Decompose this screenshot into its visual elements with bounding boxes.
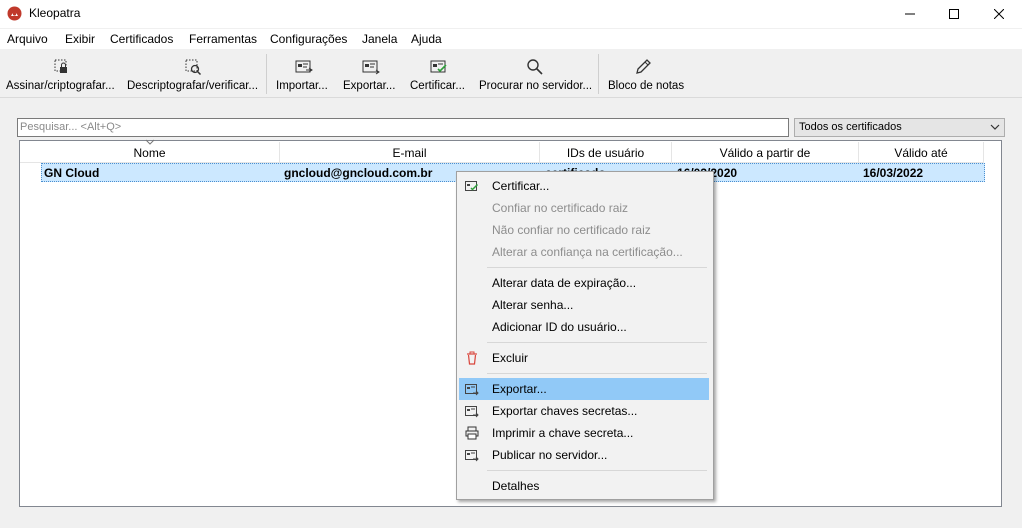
search-icon — [527, 59, 543, 75]
sign-encrypt-label: Assinar/criptografar... — [6, 80, 115, 92]
menu-separator — [487, 470, 707, 471]
minimize-icon — [905, 13, 915, 15]
certify-button[interactable]: Certificar... — [406, 51, 472, 97]
ctx-label: Exportar chaves secretas... — [492, 404, 638, 418]
decrypt-verify-label: Descriptografar/verificar... — [127, 80, 259, 92]
menu-certificados[interactable]: Certificados — [110, 32, 173, 46]
cell-valid-until: 16/03/2022 — [863, 166, 924, 180]
ctx-certify[interactable]: Certificar... — [459, 175, 709, 197]
filter-selected-value: Todos os certificados — [799, 121, 902, 133]
certify-icon — [430, 60, 447, 73]
ctx-publish-server[interactable]: Publicar no servidor... — [459, 444, 709, 466]
column-header-label: Válido até — [894, 146, 948, 160]
minimize-button[interactable] — [887, 0, 933, 28]
ctx-distrust-root: Não confiar no certificado raiz — [459, 219, 709, 241]
ctx-change-trust: Alterar a confiança na certificação... — [459, 241, 709, 263]
ctx-label: Confiar no certificado raiz — [492, 201, 629, 215]
column-header-valid-from[interactable]: Válido a partir de — [672, 142, 859, 163]
ctx-add-user-id[interactable]: Adicionar ID do usuário... — [459, 316, 709, 338]
ctx-label: Não confiar no certificado raiz — [492, 223, 651, 237]
column-header-label: IDs de usuário — [566, 146, 645, 160]
export-icon — [465, 384, 479, 396]
sign-encrypt-button[interactable]: Assinar/criptografar... — [0, 51, 122, 97]
decrypt-verify-button[interactable]: Descriptografar/verificar... — [124, 51, 264, 97]
sort-indicator-icon — [145, 139, 155, 145]
ctx-export[interactable]: Exportar... — [459, 378, 709, 400]
publish-icon — [465, 450, 479, 462]
ctx-details[interactable]: Detalhes — [459, 475, 709, 497]
window-title: Kleopatra — [29, 6, 81, 20]
search-placeholder: Pesquisar... <Alt+Q> — [20, 121, 122, 133]
printer-icon — [465, 426, 479, 440]
ctx-print-secret-key[interactable]: Imprimir a chave secreta... — [459, 422, 709, 444]
ctx-label: Certificar... — [492, 179, 550, 193]
search-server-button[interactable]: Procurar no servidor... — [476, 51, 594, 97]
column-header-label: E-mail — [392, 146, 427, 160]
menu-ajuda[interactable]: Ajuda — [411, 32, 442, 46]
toolbar-separator — [266, 54, 267, 94]
maximize-button[interactable] — [931, 0, 977, 28]
export-button[interactable]: Exportar... — [338, 51, 402, 97]
column-header-label: Nome — [133, 146, 166, 160]
export-label: Exportar... — [343, 80, 396, 92]
column-header-user-ids[interactable]: IDs de usuário — [540, 142, 672, 163]
ctx-label: Imprimir a chave secreta... — [492, 426, 634, 440]
menu-arquivo[interactable]: Arquivo — [7, 32, 48, 46]
ctx-label: Alterar senha... — [492, 298, 574, 312]
ctx-label: Alterar a confiança na certificação... — [492, 245, 683, 259]
kleopatra-logo-icon — [7, 6, 22, 21]
ctx-label: Excluir — [492, 351, 529, 365]
close-icon — [994, 9, 1004, 19]
context-menu: Certificar... Confiar no certificado rai… — [456, 171, 714, 500]
ctx-export-secret-keys[interactable]: Exportar chaves secretas... — [459, 400, 709, 422]
import-button[interactable]: Importar... — [270, 51, 336, 97]
title-bar: Kleopatra — [0, 0, 1022, 28]
ctx-label: Alterar data de expiração... — [492, 276, 637, 290]
import-label: Importar... — [276, 80, 328, 92]
ctx-label: Adicionar ID do usuário... — [492, 320, 627, 334]
menu-separator — [487, 267, 707, 268]
ctx-label: Exportar... — [492, 382, 547, 396]
ctx-label: Detalhes — [492, 479, 540, 493]
column-header-label: Válido a partir de — [719, 146, 811, 160]
toolbar-separator — [598, 54, 599, 94]
notepad-label: Bloco de notas — [608, 80, 685, 92]
menu-ferramentas[interactable]: Ferramentas — [189, 32, 257, 46]
search-server-label: Procurar no servidor... — [479, 80, 593, 92]
sign-encrypt-icon — [54, 59, 67, 73]
menu-bar: Arquivo Exibir Certificados Ferramentas … — [0, 29, 1022, 49]
certificate-filter-select[interactable]: Todos os certificados — [794, 118, 1005, 137]
cell-email: gncloud@gncloud.com.br — [284, 166, 433, 180]
search-input[interactable]: Pesquisar... <Alt+Q> — [17, 118, 789, 137]
menu-exibir[interactable]: Exibir — [65, 32, 95, 46]
menu-separator — [487, 342, 707, 343]
import-icon — [295, 60, 313, 73]
export-icon — [362, 60, 380, 75]
cell-name: GN Cloud — [44, 166, 100, 180]
trash-icon — [467, 351, 477, 365]
certify-icon — [465, 181, 479, 191]
ctx-trust-root: Confiar no certificado raiz — [459, 197, 709, 219]
column-header-name[interactable]: Nome — [20, 139, 280, 163]
column-header-email[interactable]: E-mail — [280, 142, 540, 163]
menu-configuracoes[interactable]: Configurações — [270, 32, 347, 46]
export-secret-icon — [465, 406, 479, 418]
menu-separator — [487, 373, 707, 374]
pencil-icon — [636, 59, 651, 74]
decrypt-verify-icon — [185, 59, 202, 76]
maximize-icon — [949, 9, 959, 19]
chevron-down-icon — [990, 124, 1000, 130]
menu-janela[interactable]: Janela — [362, 32, 397, 46]
column-header-valid-until[interactable]: Válido até — [859, 142, 984, 163]
ctx-change-password[interactable]: Alterar senha... — [459, 294, 709, 316]
notepad-button[interactable]: Bloco de notas — [604, 51, 684, 97]
certify-label: Certificar... — [410, 80, 465, 92]
toolbar: Assinar/criptografar... Descriptografar/… — [0, 51, 1022, 98]
close-button[interactable] — [976, 0, 1022, 28]
ctx-delete[interactable]: Excluir — [459, 347, 709, 369]
ctx-label: Publicar no servidor... — [492, 448, 608, 462]
ctx-change-expiry[interactable]: Alterar data de expiração... — [459, 272, 709, 294]
